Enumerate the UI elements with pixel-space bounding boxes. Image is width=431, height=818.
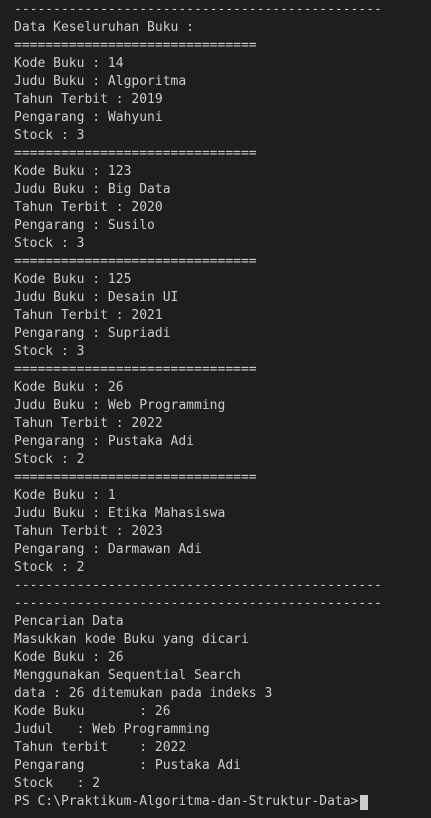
output-line: Tahun Terbit : 2022 <box>14 416 163 431</box>
output-line: Judu Buku : Desain UI <box>14 290 179 305</box>
output-line: Kode Buku : 26 <box>14 650 124 665</box>
output-line: Tahun Terbit : 2023 <box>14 524 163 539</box>
output-line: Judu Buku : Big Data <box>14 182 171 197</box>
separator-line: =============================== <box>14 38 257 53</box>
output-line: Judul : Web Programming <box>14 722 210 737</box>
output-line: Stock : 3 <box>14 344 85 359</box>
output-line: Kode Buku : 123 <box>14 164 132 179</box>
output-line: Stock : 3 <box>14 236 85 251</box>
separator-line: =============================== <box>14 470 257 485</box>
output-line: Judu Buku : Web Programming <box>14 398 226 413</box>
output-line: Tahun Terbit : 2020 <box>14 200 163 215</box>
output-line: data : 26 ditemukan pada indeks 3 <box>14 686 273 701</box>
output-line: Tahun terbit : 2022 <box>14 740 187 755</box>
output-line: Tahun Terbit : 2021 <box>14 308 163 323</box>
separator-line: =============================== <box>14 146 257 161</box>
output-line: Stock : 2 <box>14 776 101 791</box>
section-heading: Data Keseluruhan Buku : <box>14 20 195 35</box>
output-line: Kode Buku : 26 <box>14 704 171 719</box>
separator-line: =============================== <box>14 362 257 377</box>
output-line: Pengarang : Pustaka Adi <box>14 758 241 773</box>
section-heading: Pencarian Data <box>14 614 124 629</box>
separator-line: ----------------------------------------… <box>14 578 382 593</box>
output-line: Kode Buku : 14 <box>14 56 124 71</box>
output-line: Pengarang : Wahyuni <box>14 110 163 125</box>
output-line: Pengarang : Susilo <box>14 218 155 233</box>
separator-line: ----------------------------------------… <box>14 596 382 611</box>
output-line: Pengarang : Pustaka Adi <box>14 434 195 449</box>
output-line: Stock : 2 <box>14 452 85 467</box>
output-line: Stock : 2 <box>14 560 85 575</box>
output-line: Tahun Terbit : 2019 <box>14 92 163 107</box>
output-line: Judu Buku : Algporitma <box>14 74 187 89</box>
output-line: Pengarang : Darmawan Adi <box>14 542 202 557</box>
prompt-text: PS C:\Praktikum-Algoritma-dan-Struktur-D… <box>14 794 359 809</box>
command-prompt[interactable]: PS C:\Praktikum-Algoritma-dan-Struktur-D… <box>14 793 431 811</box>
output-line: Stock : 3 <box>14 128 85 143</box>
terminal-output[interactable]: ----------------------------------------… <box>0 0 431 818</box>
output-line: Pengarang : Supriadi <box>14 326 171 341</box>
text-cursor <box>360 794 369 810</box>
separator-line: ----------------------------------------… <box>14 2 382 17</box>
separator-line: =============================== <box>14 254 257 269</box>
output-line: Masukkan kode Buku yang dicari <box>14 632 249 647</box>
output-line: Kode Buku : 26 <box>14 380 124 395</box>
output-line: Kode Buku : 125 <box>14 272 132 287</box>
output-line: Judu Buku : Etika Mahasiswa <box>14 506 226 521</box>
output-line: Menggunakan Sequential Search <box>14 668 241 683</box>
output-line: Kode Buku : 1 <box>14 488 116 503</box>
